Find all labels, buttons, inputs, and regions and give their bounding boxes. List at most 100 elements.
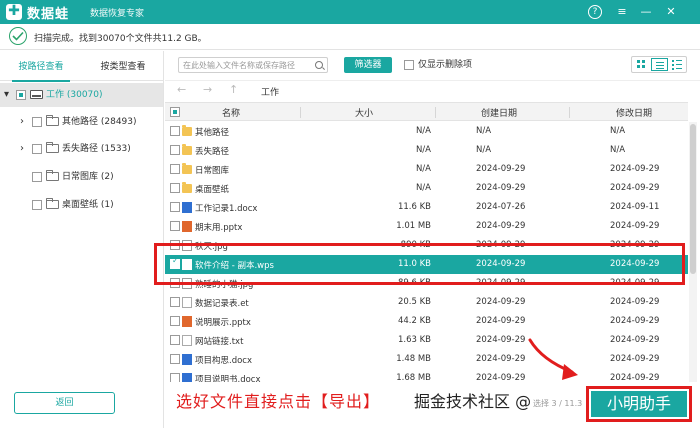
file-created: 2024-09-29 <box>476 259 526 269</box>
table-row[interactable]: 期末用.pptx 1.01 MB 2024-09-29 2024-09-29 <box>165 217 688 236</box>
jpg-file-icon <box>182 278 192 289</box>
file-created: 2024-09-29 <box>476 297 526 307</box>
title-bar: ✚ 数据蛙 数据恢复专家 ? ≡ — ✕ <box>0 0 700 24</box>
pptx-file-icon <box>182 316 192 327</box>
close-icon[interactable]: ✕ <box>663 4 679 20</box>
detail-view-icon[interactable] <box>669 58 686 71</box>
scrollbar-thumb[interactable] <box>690 124 696 274</box>
table-row[interactable]: 说明展示.pptx 44.2 KB 2024-09-29 2024-09-29 <box>165 312 688 331</box>
file-name: 桌面壁纸 <box>195 185 230 195</box>
export-button[interactable]: 小明助手 <box>586 386 692 422</box>
row-checkbox[interactable] <box>170 316 180 326</box>
row-checkbox[interactable] <box>170 126 180 136</box>
tree-item-label: 桌面壁纸 (1) <box>62 200 114 210</box>
txt-file-icon <box>182 335 192 346</box>
row-checkbox[interactable] <box>170 278 180 288</box>
view-tabs: 按路径查看 按类型查看 <box>0 51 164 82</box>
path-navigation: ← → ↑ 工作 <box>165 80 700 100</box>
row-checkbox[interactable] <box>170 354 180 364</box>
tree-item-root[interactable]: ▾ 工作 (30070) <box>0 83 163 107</box>
folder-icon <box>46 115 59 126</box>
table-row[interactable]: 熟睡的小猫.jpg 89.6 KB 2024-09-29 2024-09-29 <box>165 274 688 293</box>
app-logo-icon: ✚ <box>6 4 22 20</box>
deleted-only-checkbox[interactable] <box>404 60 414 70</box>
table-row[interactable]: 日常图库 N/A 2024-09-29 2024-09-29 <box>165 160 688 179</box>
up-arrow-icon[interactable]: ↑ <box>229 83 238 96</box>
chevron-right-icon[interactable]: › <box>20 137 24 161</box>
table-row[interactable]: 桌面壁纸 N/A 2024-09-29 2024-09-29 <box>165 179 688 198</box>
folder-icon <box>182 182 192 193</box>
select-all-checkbox[interactable] <box>170 107 180 117</box>
search-input[interactable] <box>183 59 311 71</box>
folder-icon <box>182 144 192 155</box>
file-created: N/A <box>476 126 492 136</box>
chevron-down-icon[interactable]: ▾ <box>4 83 9 107</box>
file-name: 其他路径 <box>195 128 230 138</box>
column-name[interactable]: 名称 <box>222 106 240 119</box>
tab-by-type[interactable]: 按类型查看 <box>82 51 164 81</box>
list-view-icon[interactable] <box>651 58 668 71</box>
scan-status-bar: 扫描完成。找到30070个文件共11.2 GB。 <box>0 24 700 50</box>
table-row[interactable]: 网站链接.txt 1.63 KB 2024-09-29 2024-09-29 <box>165 331 688 350</box>
grid-view-icon[interactable] <box>633 58 650 71</box>
table-row[interactable]: 丢失路径 N/A N/A N/A <box>165 141 688 160</box>
row-checkbox[interactable] <box>170 164 180 174</box>
search-field[interactable] <box>178 57 328 73</box>
tree-item-other-paths[interactable]: › 其他路径 (28493) <box>0 110 163 134</box>
row-checkbox[interactable] <box>170 297 180 307</box>
file-table-header: 名称 大小 创建日期 修改日期 <box>165 102 688 121</box>
row-checkbox[interactable] <box>170 335 180 345</box>
row-checkbox[interactable] <box>170 183 180 193</box>
column-created[interactable]: 创建日期 <box>481 106 517 119</box>
back-button[interactable]: 返回 <box>14 392 115 414</box>
file-created: 2024-09-29 <box>476 240 526 250</box>
file-created: 2024-09-29 <box>476 278 526 288</box>
jpg-file-icon <box>182 240 192 251</box>
table-row[interactable]: 项目构思.docx 1.48 MB 2024-09-29 2024-09-29 <box>165 350 688 369</box>
scan-status-text: 扫描完成。找到30070个文件共11.2 GB。 <box>34 34 207 44</box>
row-checkbox[interactable] <box>170 145 180 155</box>
row-checkbox[interactable] <box>170 202 180 212</box>
table-row[interactable]: 工作记录1.docx 11.6 KB 2024-07-26 2024-09-11 <box>165 198 688 217</box>
help-icon[interactable]: ? <box>588 5 602 19</box>
file-modified: 2024-09-29 <box>610 354 660 364</box>
table-row[interactable]: 秋天.jpg 890 KB 2024-09-29 2024-09-29 <box>165 236 688 255</box>
table-row[interactable]: 数据记录表.et 20.5 KB 2024-09-29 2024-09-29 <box>165 293 688 312</box>
minimize-icon[interactable]: — <box>638 4 654 20</box>
filter-button[interactable]: 筛选器 <box>344 57 392 73</box>
tree-checkbox[interactable] <box>32 117 42 127</box>
menu-icon[interactable]: ≡ <box>614 4 630 20</box>
tree-item-wallpapers[interactable]: 桌面壁纸 (1) <box>0 193 163 217</box>
file-modified: N/A <box>610 145 626 155</box>
tree-item-lost-paths[interactable]: › 丢失路径 (1533) <box>0 137 163 161</box>
arrow-annotation-icon <box>528 338 578 380</box>
table-row-selected[interactable]: 软件介绍 - 副本.wps 11.0 KB 2024-09-29 2024-09… <box>165 255 688 274</box>
et-file-icon <box>182 297 192 308</box>
file-name: 秋天.jpg <box>195 242 228 252</box>
forward-arrow-icon[interactable]: → <box>203 83 212 96</box>
file-name: 软件介绍 - 副本.wps <box>195 261 274 271</box>
file-created: N/A <box>476 145 492 155</box>
column-modified[interactable]: 修改日期 <box>616 106 652 119</box>
chevron-right-icon[interactable]: › <box>20 110 24 134</box>
tree-checkbox[interactable] <box>16 90 26 100</box>
file-created: 2024-09-29 <box>476 316 526 326</box>
row-checkbox[interactable] <box>170 240 180 250</box>
file-name: 丢失路径 <box>195 147 230 157</box>
tree-item-daily-gallery[interactable]: 日常图库 (2) <box>0 165 163 189</box>
back-arrow-icon[interactable]: ← <box>177 83 186 96</box>
column-size[interactable]: 大小 <box>355 106 373 119</box>
drive-icon <box>30 90 43 99</box>
wps-file-icon <box>182 259 192 270</box>
file-list-scrollbar[interactable] <box>689 122 697 384</box>
search-icon[interactable] <box>315 61 323 69</box>
tab-by-path[interactable]: 按路径查看 <box>0 51 82 82</box>
tree-checkbox[interactable] <box>32 200 42 210</box>
row-checkbox-checked[interactable] <box>170 256 180 269</box>
row-checkbox[interactable] <box>170 221 180 231</box>
table-row[interactable]: 其他路径 N/A N/A N/A <box>165 122 688 141</box>
breadcrumb: 工作 <box>261 88 280 98</box>
tree-checkbox[interactable] <box>32 144 42 154</box>
check-circle-icon <box>9 27 27 45</box>
tree-checkbox[interactable] <box>32 172 42 182</box>
